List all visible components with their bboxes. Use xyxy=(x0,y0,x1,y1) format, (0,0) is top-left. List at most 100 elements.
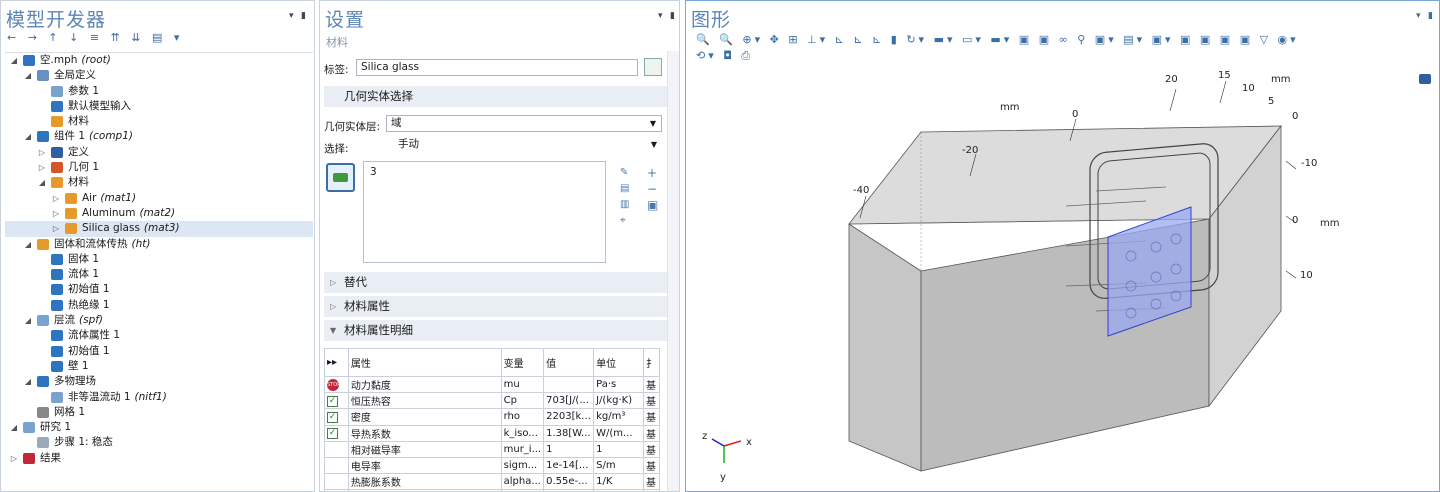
property-row[interactable]: 电导率 sigm... 1e-14[... S/m 基 xyxy=(324,456,661,475)
property-cell-val[interactable]: 1e-14[... xyxy=(543,456,595,475)
tree-node-tag: (comp1) xyxy=(89,130,133,143)
selection-select[interactable]: 手动 ▼ xyxy=(386,137,662,154)
tree-node[interactable]: 初始值 1 xyxy=(5,282,313,297)
tree-expander-icon[interactable]: ▷ xyxy=(9,451,19,466)
tree-expander-icon[interactable]: ◢ xyxy=(23,237,33,252)
col-source[interactable]: 扌 xyxy=(642,348,661,377)
tree-expander-icon[interactable]: ▷ xyxy=(51,206,61,221)
tree-expander-icon[interactable]: ◢ xyxy=(23,129,33,144)
settings-scrollbar[interactable] xyxy=(667,51,679,491)
tree-node[interactable]: ◢ 材料 xyxy=(5,175,313,190)
property-cell-val[interactable] xyxy=(543,375,595,394)
property-row[interactable]: ✓ 恒压热容 Cp 703[J/(... J/(kg·K) 基 xyxy=(324,392,661,410)
tree-node[interactable]: ◢ 研究 1 xyxy=(5,420,313,435)
col-unit[interactable]: 单位 xyxy=(593,348,644,377)
tree-expander-icon[interactable]: ◢ xyxy=(9,420,19,435)
tree-node[interactable]: 流体 1 xyxy=(5,267,313,282)
active-selection-toggle[interactable] xyxy=(326,163,355,192)
tree-expander-icon[interactable]: ▷ xyxy=(51,221,61,236)
copy-icon[interactable]: ▤ xyxy=(620,181,629,197)
check-icon[interactable]: ✓ xyxy=(327,411,338,423)
tree-expander-icon[interactable]: ◢ xyxy=(37,175,47,190)
col-property[interactable]: 属性 xyxy=(347,348,502,377)
section-material-properties[interactable]: ▷ 材料属性 xyxy=(324,296,667,317)
tree-node[interactable]: 流体属性 1 xyxy=(5,328,313,343)
entity-level-value: 域 xyxy=(391,117,402,129)
tree-expander-icon[interactable]: ◢ xyxy=(9,53,19,68)
tree-node[interactable]: ◢ 多物理场 xyxy=(5,374,313,389)
tree-node[interactable]: ▷ 结果 xyxy=(5,451,313,466)
pin-icon[interactable]: ▮ xyxy=(1428,11,1433,21)
property-cell-val[interactable]: 703[J/(... xyxy=(543,392,595,410)
tree-expander-icon[interactable]: ◢ xyxy=(23,68,33,83)
create-selection-icon[interactable]: ▣ xyxy=(647,197,658,213)
selection-list[interactable]: 3 xyxy=(363,161,606,263)
entity-level-select[interactable]: 域 ▼ xyxy=(386,115,662,132)
col-variable[interactable]: 变量 xyxy=(500,348,545,377)
panel-menu-icon[interactable]: ▾ xyxy=(1416,11,1421,21)
tree-node[interactable]: 非等温流动 1 (nitf1) xyxy=(5,390,313,405)
property-cell-val[interactable]: 1 xyxy=(543,440,595,458)
tree-node-icon xyxy=(65,223,77,235)
property-status: ✓ xyxy=(324,392,349,410)
pin-icon[interactable]: ▮ xyxy=(670,11,675,21)
tree-node[interactable]: ▷ Silica glass (mat3) xyxy=(5,221,313,237)
check-icon[interactable]: ✓ xyxy=(327,395,338,407)
tree-node[interactable]: ▷ Air (mat1) xyxy=(5,191,313,206)
tree-expander-icon[interactable]: ▷ xyxy=(37,145,47,160)
tree-expander-icon[interactable]: ▷ xyxy=(51,191,61,206)
remove-icon[interactable]: − xyxy=(647,181,658,197)
col-value[interactable]: 值 xyxy=(543,348,595,377)
tree-node[interactable]: ◢ 层流 (spf) xyxy=(5,313,313,328)
tag-input[interactable]: Silica glass xyxy=(356,59,638,76)
tree-node[interactable]: ◢ 固体和流体传热 (ht) xyxy=(5,237,313,252)
tree-node-label: 默认模型输入 xyxy=(68,99,131,112)
section-override[interactable]: ▷ 替代 xyxy=(324,272,667,293)
tree-expander-icon[interactable]: ▷ xyxy=(37,160,47,175)
property-row[interactable]: 相对磁导率 mur_i... 1 1 基 xyxy=(324,440,661,458)
expand-icon[interactable]: ▸▸ xyxy=(324,348,349,377)
tree-node[interactable]: 参数 1 xyxy=(5,84,313,99)
graphics-canvas[interactable] xyxy=(686,61,1439,491)
property-cell-src: 基 xyxy=(642,424,661,442)
tree-node[interactable]: 壁 1 xyxy=(5,359,313,374)
paint-icon[interactable]: ✎ xyxy=(620,165,629,181)
property-row[interactable]: STOP 动力黏度 mu Pa·s 基 xyxy=(324,375,661,394)
property-cell-val[interactable]: 2203[k... xyxy=(543,408,595,426)
tree-expander-icon[interactable]: ◢ xyxy=(23,313,33,328)
property-cell-val[interactable]: 0.55e-... xyxy=(543,473,595,491)
tree-node[interactable]: 热绝缘 1 xyxy=(5,298,313,313)
tree-node[interactable]: ◢ 全局定义 xyxy=(5,68,313,83)
tree-node[interactable]: ▷ 几何 1 xyxy=(5,160,313,175)
tree-node[interactable]: ▷ 定义 xyxy=(5,145,313,160)
note-icon[interactable] xyxy=(644,58,662,76)
panel-menu-icon[interactable]: ▾ xyxy=(289,11,294,21)
section-material-contents[interactable]: ▼ 材料属性明细 xyxy=(324,320,667,341)
model-builder-toolbar[interactable]: ← → ↑ ↓ ≡ ⇈ ⇊ ▤ ▾ xyxy=(7,31,183,44)
zoom-selection-icon[interactable]: ⌖ xyxy=(620,213,629,229)
pin-icon[interactable]: ▮ xyxy=(301,11,306,21)
selection-list-item[interactable]: 3 xyxy=(370,166,377,178)
tree-node[interactable]: 固体 1 xyxy=(5,252,313,267)
tree-node[interactable]: 默认模型输入 xyxy=(5,99,313,114)
tree-node[interactable]: ◢ 空.mph (root) xyxy=(5,53,313,68)
property-row[interactable]: ✓ 导热系数 k_iso... 1.38[W... W/(m... 基 xyxy=(324,424,661,442)
tree-node[interactable]: ◢ 组件 1 (comp1) xyxy=(5,129,313,144)
property-cell-val[interactable]: 1.38[W... xyxy=(543,424,595,442)
tree-node[interactable]: 网格 1 xyxy=(5,405,313,420)
tree-expander-icon[interactable]: ◢ xyxy=(23,374,33,389)
graphics-toolbar[interactable]: 🔍 🔍 ⊕▾ ✥ ⊞ ⊥▾ ⊾ ⊾ ⊾ ▮ ↻▾ ▬▾ ▭▾ ▬▾ ▣ ▣ ∞ … xyxy=(696,33,1299,46)
check-icon[interactable]: ✓ xyxy=(327,428,338,440)
paste-icon[interactable]: ▥ xyxy=(620,197,629,213)
tree-node[interactable]: 初始值 1 xyxy=(5,344,313,359)
tree-node-icon xyxy=(51,299,63,311)
property-row[interactable]: 热膨胀系数 alpha... 0.55e-... 1/K 基 xyxy=(324,473,661,491)
panel-menu-icon[interactable]: ▾ xyxy=(658,11,663,21)
section-geometry-selection[interactable]: 几何实体选择 xyxy=(324,86,667,107)
add-icon[interactable]: + xyxy=(647,165,658,181)
window-overlay-icon[interactable] xyxy=(1419,74,1431,84)
tree-node[interactable]: 材料 xyxy=(5,114,313,129)
tree-node[interactable]: 步骤 1: 稳态 xyxy=(5,435,313,450)
tree-node[interactable]: ▷ Aluminum (mat2) xyxy=(5,206,313,221)
property-row[interactable]: ✓ 密度 rho 2203[k... kg/m³ 基 xyxy=(324,408,661,426)
